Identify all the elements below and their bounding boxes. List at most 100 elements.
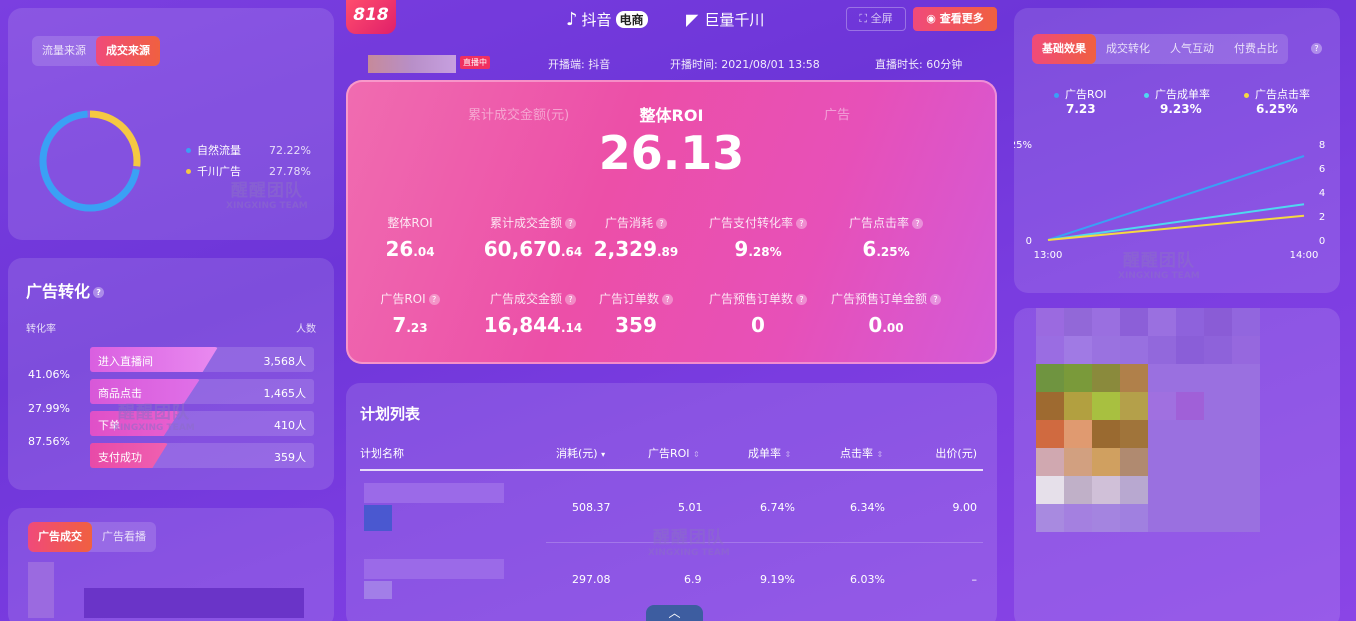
source-tabs: 流量来源 成交来源 [32,36,160,66]
mosaic-tile [1176,420,1204,448]
mosaic-tile [1232,308,1260,336]
hero-metric-int: 359 [615,313,657,337]
help-icon[interactable]: ? [1311,43,1322,54]
col-ad-roi[interactable]: 广告ROI ⇕ [648,445,700,461]
hero-metric-int: 60,670 [483,237,561,261]
mosaic-tile [1036,448,1064,476]
plan-table-panel: 计划列表 计划名称 消耗(元) ▾ 广告ROI ⇕ 成单率 ⇕ 点击率 ⇕ 出价… [346,383,997,621]
help-icon[interactable]: ? [656,218,667,229]
mosaic-tile [1148,308,1176,336]
cell-click-rate: 6.34% [850,501,885,514]
mosaic-tile [1064,336,1092,364]
mosaic-tile [1092,504,1120,532]
hero-metric-label-text: 广告点击率 [848,216,909,230]
source-donut-chart [39,110,141,212]
legend-click-rate-value: 6.25% [1256,102,1298,116]
help-icon[interactable]: ? [912,218,923,229]
legend-qianchuan-name: 千川广告 [197,165,241,178]
mosaic-tile [1120,448,1148,476]
mosaic-tile [1232,336,1260,364]
tab-ad-deal[interactable]: 广告成交 [28,522,92,552]
fullscreen-button[interactable]: ⛶ 全屏 [846,7,906,31]
hero-metric-value: 9.28% [688,237,828,261]
blurred-product-image [1036,308,1260,532]
mosaic-tile [1036,392,1064,420]
hero-metric-dec: .04 [413,245,435,259]
watermark-subtext: XINGXING TEAM [1118,271,1200,281]
col-click-rate-label: 点击率 [840,447,873,460]
tab-deal-conversion[interactable]: 成交转化 [1096,34,1160,64]
legend-order-rate-name: 广告成单率 [1155,88,1210,101]
blurred-plan-thumb [364,505,392,531]
mosaic-tile [1036,420,1064,448]
tab-paid-share[interactable]: 付费占比 [1224,34,1288,64]
hero-metric-label: 整体ROI [340,214,480,231]
funnel-col-count: 人数 [296,324,316,335]
mosaic-tile [1148,420,1176,448]
funnel-title-label: 广告转化 [26,282,91,301]
fullscreen-label: 全屏 [870,12,893,25]
mosaic-tile [1176,308,1204,336]
live-badge: 直播中 [460,56,490,69]
legend-ad-roi-value: 7.23 [1066,102,1096,116]
hero-metric: 广告消耗? 2,329.89 [566,214,706,261]
hero-metric-dec: .25% [876,245,910,259]
col-order-rate-label: 成单率 [748,447,781,460]
mosaic-tile [1148,476,1176,504]
sort-icon: ⇕ [693,450,700,459]
tab-traffic-source[interactable]: 流量来源 [32,36,96,66]
hero-metric-int: 2,329 [593,237,657,261]
legend-natural-value: 72.22% [269,144,311,157]
hero-metric-value: 359 [566,313,706,337]
help-icon[interactable]: ? [662,294,673,305]
mosaic-tile [1148,448,1176,476]
eye-icon: ◉ [926,12,936,25]
hero-metric-label: 广告ROI? [340,290,480,307]
tab-ad-view[interactable]: 广告看播 [92,522,156,552]
funnel-step-3-name: 下单 [98,419,120,432]
hero-metric-label-text: 累计成交金额 [489,216,562,230]
see-more-button[interactable]: ◉ 查看更多 [913,7,997,31]
hero-metric-label-text: 广告成交金额 [489,292,562,306]
mosaic-tile [1064,504,1092,532]
hero-metric: 广告支付转化率? 9.28% [688,214,828,261]
mosaic-tile [1036,336,1064,364]
col-order-rate[interactable]: 成单率 ⇕ [748,445,791,461]
series-line [1047,203,1305,241]
hero-metric-int: 16,844 [483,313,561,337]
hero-metric-label-text: 广告预售订单数 [708,292,793,306]
help-icon[interactable]: ? [796,218,807,229]
hero-metric-label-text: 广告ROI [380,292,426,306]
mosaic-tile [1148,336,1176,364]
tab-basic-effect[interactable]: 基础效果 [1032,34,1096,64]
y-right-tick-label: 0 [1319,236,1325,247]
col-click-rate[interactable]: 点击率 ⇕ [840,445,883,461]
hero-metric-dec: .28% [748,245,782,259]
help-icon[interactable]: ? [930,294,941,305]
tab-popularity[interactable]: 人气互动 [1160,34,1224,64]
help-icon[interactable]: ? [796,294,807,305]
hero-panel: 累计成交金额(元) 整体ROI 广告 26.13 整体ROI 26.04 累计成交金… [346,80,997,364]
y-right-tick-label: 4 [1319,188,1325,199]
help-icon[interactable]: ? [93,287,105,298]
legend-click-rate: 广告点击率 6.25% [1244,86,1334,116]
table-row[interactable]: 297.08 6.9 9.19% 6.03% – [360,555,983,611]
mosaic-tile [1092,420,1120,448]
funnel-step-3: 下单 410人 [90,411,314,436]
mosaic-tile [1120,336,1148,364]
mosaic-tile [1064,420,1092,448]
tab-deal-source[interactable]: 成交来源 [96,36,160,66]
hero-metric: 广告点击率? 6.25% [816,214,956,261]
qianchuan-brand: ◤ 巨量千川 [686,8,764,30]
help-icon[interactable]: ? [428,294,440,305]
collapse-button[interactable]: ︿ [646,605,703,621]
legend-click-rate-name: 广告点击率 [1255,88,1310,101]
funnel-step-2: 商品点击 1,465人 [90,379,314,404]
table-row[interactable]: 508.37 5.01 6.74% 6.34% 9.00 [360,481,983,543]
legend-ad-roi: 广告ROI 7.23 [1054,86,1124,116]
x-tick-label: 13:00 [1034,250,1063,261]
funnel-title: 广告转化? [26,278,105,302]
mosaic-tile [1064,448,1092,476]
col-cost[interactable]: 消耗(元) ▾ [556,445,605,461]
hero-metric: 广告ROI? 7.23 [340,290,480,337]
